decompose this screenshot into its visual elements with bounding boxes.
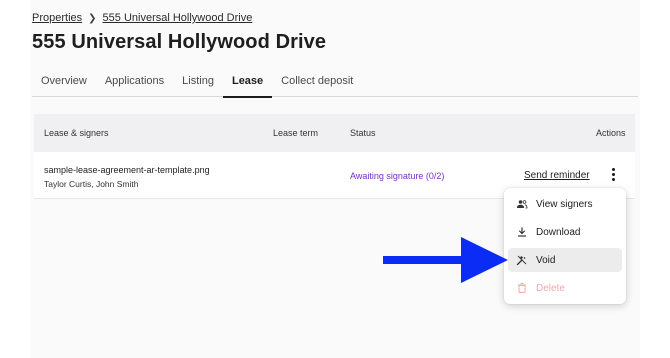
menu-item-label: Void: [536, 254, 556, 266]
send-reminder-button[interactable]: Send reminder: [524, 170, 590, 181]
actions-menu: View signers Download Void Delete: [504, 188, 626, 304]
header-status: Status: [350, 128, 376, 138]
table-header: Lease & signers Lease term Status Action…: [34, 114, 635, 152]
breadcrumb-current-link[interactable]: 555 Universal Hollywood Drive: [103, 12, 253, 24]
header-lease-term: Lease term: [273, 128, 319, 138]
trash-icon: [518, 283, 526, 293]
void-icon: [516, 255, 527, 266]
menu-item-label: View signers: [536, 198, 593, 210]
page-title: 555 Universal Hollywood Drive: [32, 31, 327, 53]
lease-signers: Taylor Curtis, John Smith: [44, 179, 139, 189]
people-icon: [517, 200, 528, 209]
menu-item-label: Delete: [536, 282, 565, 294]
chevron-right-icon: ❯: [88, 12, 97, 24]
menu-item-void[interactable]: Void: [508, 248, 622, 272]
tab-lease[interactable]: Lease: [222, 69, 273, 98]
menu-item-download[interactable]: Download: [508, 220, 622, 244]
kebab-dot: [611, 167, 615, 171]
kebab-dot: [611, 172, 615, 176]
page-background: Properties ❯ 555 Universal Hollywood Dri…: [0, 0, 670, 358]
breadcrumb: Properties ❯ 555 Universal Hollywood Dri…: [32, 12, 252, 24]
header-lease-signers: Lease & signers: [44, 128, 109, 138]
menu-item-label: Download: [536, 226, 581, 238]
download-icon: [518, 227, 526, 237]
breadcrumb-properties-link[interactable]: Properties: [32, 12, 82, 24]
lease-file-name[interactable]: sample-lease-agreement-ar-template.png: [44, 165, 210, 175]
menu-item-view-signers[interactable]: View signers: [508, 192, 622, 216]
header-actions: Actions: [596, 128, 626, 138]
tab-overview[interactable]: Overview: [32, 69, 96, 97]
tab-listing[interactable]: Listing: [173, 69, 223, 97]
lease-table: Lease & signers Lease term Status Action…: [34, 114, 635, 199]
pointer-arrow-icon: [383, 237, 508, 283]
tab-bar: Overview Applications Listing Lease Coll…: [32, 69, 638, 98]
more-actions-button[interactable]: [607, 166, 619, 182]
menu-item-delete[interactable]: Delete: [508, 276, 622, 300]
tab-collect-deposit[interactable]: Collect deposit: [272, 69, 362, 97]
kebab-dot: [611, 177, 615, 181]
tab-applications[interactable]: Applications: [96, 69, 173, 97]
status-text: Awaiting signature (0/2): [350, 171, 445, 181]
